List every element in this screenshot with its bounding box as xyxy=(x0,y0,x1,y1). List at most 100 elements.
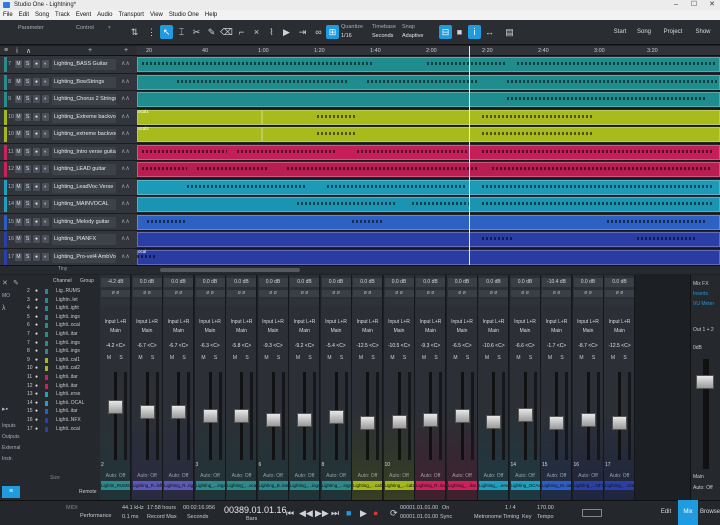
visibility-icon[interactable]: ● xyxy=(35,382,38,391)
track-lane[interactable] xyxy=(137,214,720,231)
visibility-icon[interactable]: ● xyxy=(35,390,38,399)
channel-gain-readout[interactable]: -4.2 dB xyxy=(101,278,130,287)
channel-gain-readout[interactable]: 0.0 dB xyxy=(290,278,319,287)
track-header[interactable]: 16 M S ● ◐ Lighting_PIANFX ∧∧ xyxy=(0,231,137,249)
input-selector[interactable]: Input L+R xyxy=(416,319,445,326)
visibility-icon[interactable]: ● xyxy=(35,296,38,305)
mute-button[interactable]: M xyxy=(105,355,113,362)
send-slot[interactable] xyxy=(479,299,508,306)
mute-button[interactable]: M xyxy=(389,355,397,362)
automation-mode[interactable]: Auto: Off xyxy=(542,473,571,480)
metronome-label[interactable]: Metronome xyxy=(474,514,502,520)
input-selector[interactable]: Input L+R xyxy=(479,319,508,326)
output-selector[interactable]: Main xyxy=(479,328,508,335)
minimize-icon[interactable]: – xyxy=(668,0,684,10)
visibility-icon[interactable]: ● xyxy=(35,373,38,382)
output-selector[interactable]: Main xyxy=(164,328,193,335)
snap-grid-icon[interactable]: ⊟ xyxy=(439,25,452,39)
track-lane[interactable] xyxy=(137,56,720,74)
sidebar-item-inputs[interactable]: Inputs xyxy=(2,423,16,429)
list-item[interactable]: 3 ● Lightn..let xyxy=(23,296,98,305)
channel-name[interactable]: Lighting_...ings xyxy=(290,481,319,490)
audio-clip[interactable] xyxy=(137,127,262,142)
timeline-ruler[interactable]: 20 40 1:00 1:20 1:40 2:00 2:20 2:40 3:00… xyxy=(137,46,720,56)
automation-icon[interactable]: ∧∧ xyxy=(121,113,130,120)
insert-slot[interactable]: ø ø xyxy=(605,290,634,297)
track-row[interactable]: 17 M S ● ◐ Lighting_Pro-vel4 AmbVoice ∧∧ ocal xyxy=(0,248,720,265)
track-list-icon[interactable]: ▤ xyxy=(503,25,516,39)
record-icon[interactable]: ● xyxy=(373,508,378,518)
list-item[interactable]: 14 ● Lighti..OCAL xyxy=(23,399,98,408)
list-item[interactable]: 17 ● Lighti..ocal xyxy=(23,425,98,434)
solo-button[interactable]: S xyxy=(558,355,566,362)
track-name[interactable]: Lighting_MAINVOCAL xyxy=(52,199,116,210)
play-icon[interactable]: ▶ xyxy=(360,508,367,519)
solo-button[interactable]: S xyxy=(306,355,314,362)
mute-button[interactable]: M xyxy=(326,355,334,362)
channel-fader[interactable] xyxy=(202,409,218,423)
channel-name[interactable]: Lighting_OCAL xyxy=(510,481,540,490)
track-name[interactable]: Lighting_Melody guitar xyxy=(52,216,116,228)
record-arm-button[interactable]: ● xyxy=(33,112,40,121)
tab-mix[interactable]: Mix xyxy=(678,500,698,525)
track-name[interactable]: Lighting_LeadVoc Verse xyxy=(52,181,116,193)
mute-button[interactable]: M xyxy=(200,355,208,362)
bend-tool-icon[interactable]: ⌇ xyxy=(265,25,278,39)
loop-transport-icon[interactable]: ⟳ xyxy=(390,508,398,519)
main-fader[interactable] xyxy=(696,375,714,389)
track-lane[interactable] xyxy=(137,179,720,196)
main-auto-label[interactable]: Auto: Off xyxy=(693,485,713,491)
track-lane[interactable] xyxy=(137,91,720,109)
channel-name[interactable]: Lighting_...cal2 xyxy=(384,481,414,490)
track-header[interactable]: 7 M S ● ◐ Lighting_BASS Guitar ∧∧ xyxy=(0,56,137,74)
send-slot[interactable] xyxy=(164,299,193,306)
mute-button[interactable]: M xyxy=(15,147,22,156)
track-header[interactable]: 17 M S ● ◐ Lighting_Pro-vel4 AmbVoice ∧∧ xyxy=(0,248,137,265)
output-selector[interactable]: Main xyxy=(385,328,414,335)
channel-gain-readout[interactable]: 0.0 dB xyxy=(384,278,414,287)
visibility-icon[interactable]: ● xyxy=(35,356,38,365)
channel-name[interactable]: Lighting_M..itar xyxy=(542,481,571,490)
track-name[interactable]: Lighting_Intro verse guitar xyxy=(52,146,116,158)
list-item[interactable]: 2 ● Lig..RUMS xyxy=(23,287,98,296)
tab-browse[interactable]: Browse xyxy=(700,500,720,525)
right-locator[interactable]: 00001.01.01.00 xyxy=(400,514,438,520)
pencil-tool-icon[interactable]: ✎ xyxy=(205,25,218,39)
track-row[interactable]: 13 M S ● ◐ Lighting_LeadVoc Verse ∧∧ xyxy=(0,178,720,196)
mute-button[interactable]: M xyxy=(15,112,22,121)
mute-button[interactable]: M xyxy=(578,355,586,362)
mute-button[interactable]: M xyxy=(294,355,302,362)
track-header[interactable]: 12 M S ● ◐ Lighting_LEAD guitar ∧∧ xyxy=(0,161,137,179)
channel-gain-readout[interactable]: 0.0 dB xyxy=(510,278,540,287)
track-lane[interactable] xyxy=(137,74,720,91)
output-selector[interactable]: Main xyxy=(133,328,162,335)
output-selector[interactable]: Main xyxy=(542,328,571,335)
solo-button[interactable]: S xyxy=(243,355,251,362)
automation-icon[interactable]: ∧∧ xyxy=(121,218,130,225)
menu-song[interactable]: Song xyxy=(32,10,52,20)
automation-icon[interactable]: ∧∧ xyxy=(121,60,130,67)
record-arm-button[interactable]: ● xyxy=(33,252,40,261)
visibility-icon[interactable]: ● xyxy=(35,347,38,356)
automation-mode[interactable]: Auto: Off xyxy=(416,473,445,480)
channel-gain-readout[interactable]: 0.0 dB xyxy=(447,278,477,287)
channel-fader[interactable] xyxy=(234,409,249,423)
mute-button[interactable]: M xyxy=(515,355,523,362)
solo-button[interactable]: S xyxy=(369,355,377,362)
channel-fader[interactable] xyxy=(549,416,564,431)
list-item[interactable]: 12 ● Lighti..itar xyxy=(23,382,98,391)
record-arm-button[interactable]: ● xyxy=(33,217,40,226)
insert-slot[interactable]: ø ø xyxy=(510,290,540,297)
channel-gain-readout[interactable]: 0.0 dB xyxy=(227,278,256,287)
insert-slot[interactable]: ø ø xyxy=(353,290,382,297)
output-selector[interactable]: Main xyxy=(290,328,319,335)
insert-slot[interactable]: ø ø xyxy=(132,290,162,297)
time-signature[interactable]: 1 / 4 xyxy=(505,505,516,511)
send-slot[interactable] xyxy=(195,299,225,306)
add-track-icon[interactable]: + xyxy=(88,47,92,54)
solo-button[interactable]: S xyxy=(495,355,503,362)
solo-button[interactable]: S xyxy=(401,355,409,362)
record-arm-button[interactable]: ● xyxy=(33,235,40,243)
mute-button[interactable]: M xyxy=(609,355,617,362)
mute-button[interactable]: M xyxy=(263,355,271,362)
